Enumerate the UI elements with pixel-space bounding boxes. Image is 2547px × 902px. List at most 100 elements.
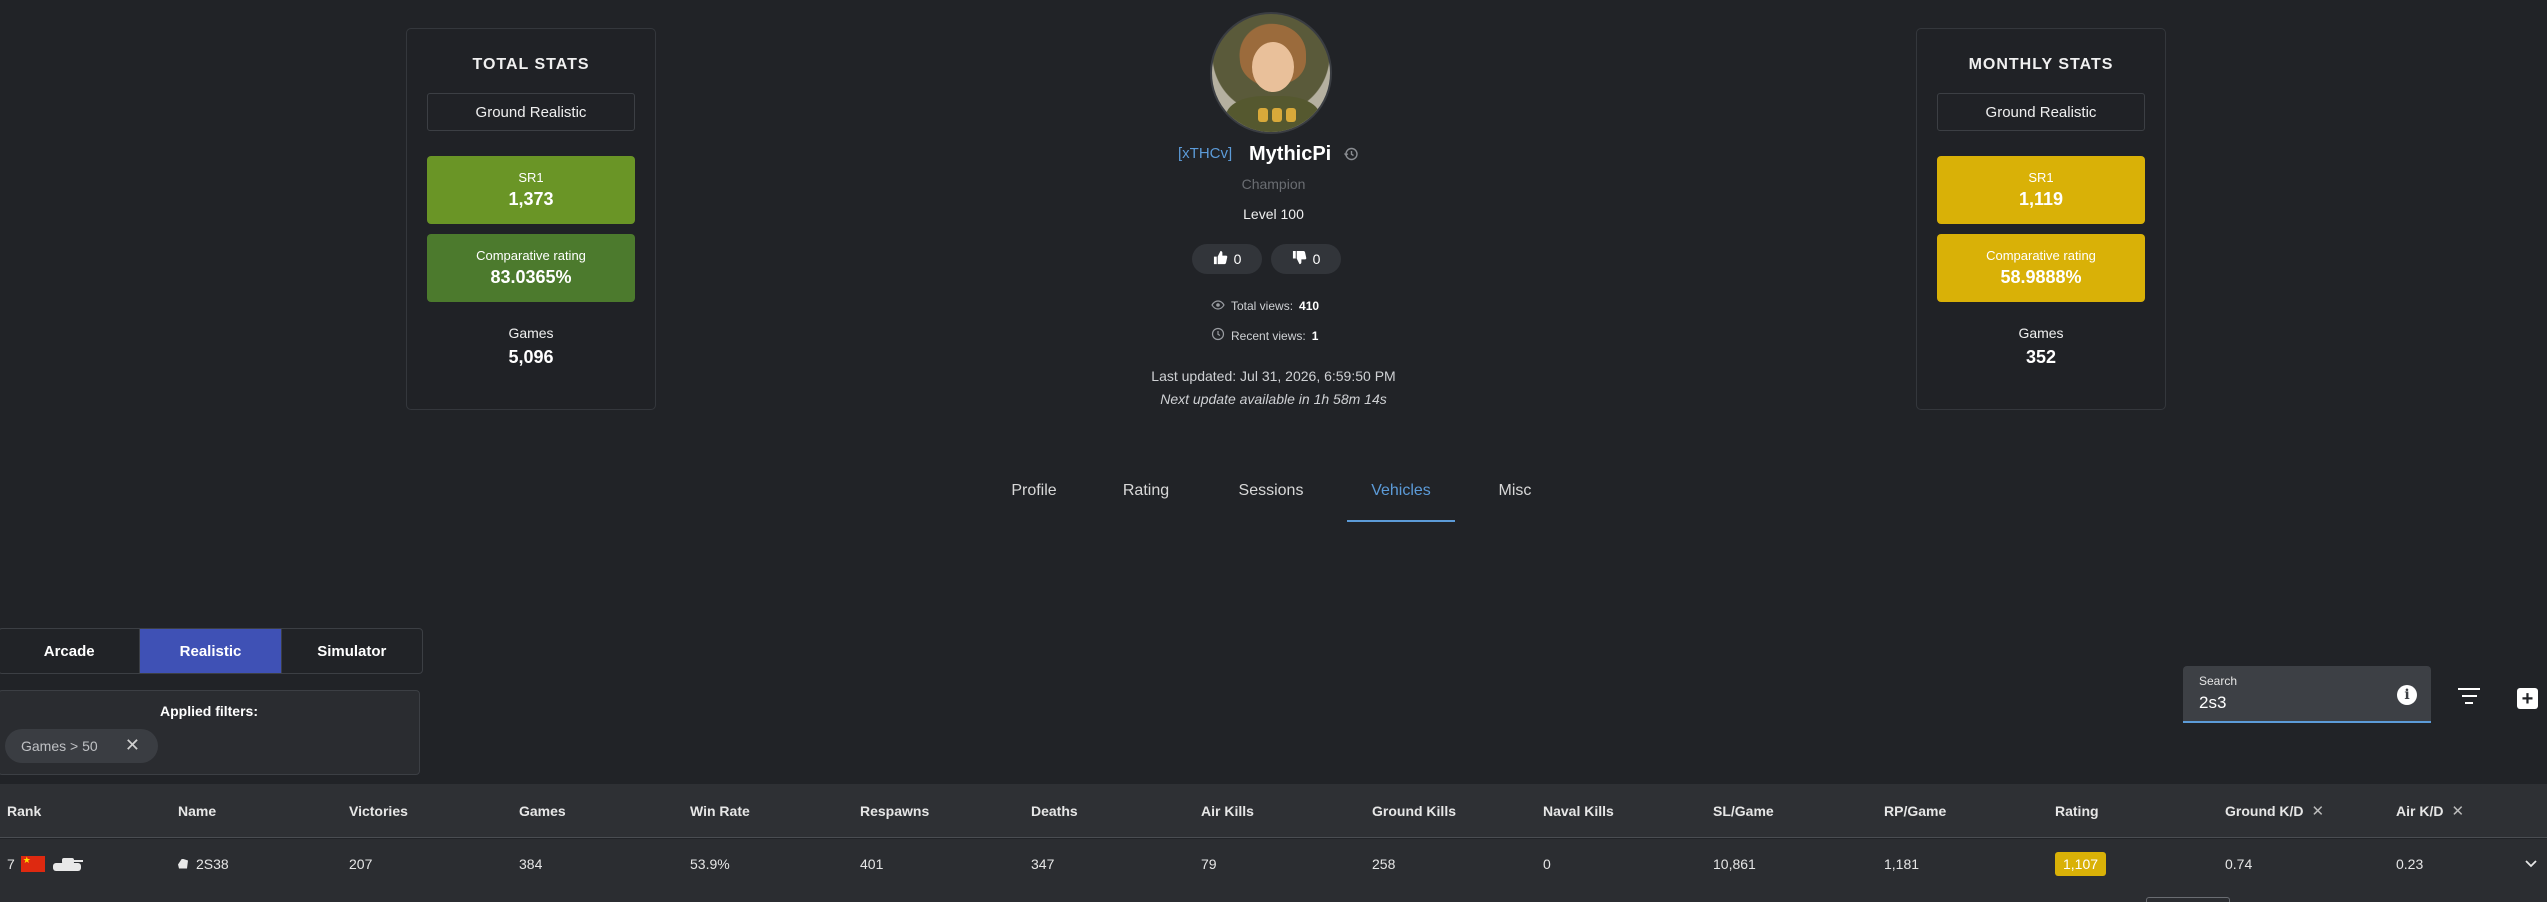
vehicle-name: 2S38	[196, 855, 229, 872]
col-air-kd-label: Air K/D	[2396, 803, 2444, 819]
add-icon[interactable]: +	[2517, 688, 2538, 709]
player-name: MythicPi	[1249, 143, 1332, 165]
monthly-stats-title: MONTHLY STATS	[1968, 56, 2114, 73]
tab-sessions[interactable]: Sessions	[1233, 482, 1309, 522]
col-name[interactable]: Name	[178, 784, 216, 838]
col-victories[interactable]: Victories	[349, 784, 408, 838]
col-rating[interactable]: Rating	[2055, 784, 2099, 838]
last-updated: Last updated: Jul 31, 2026, 6:59:50 PM	[1151, 368, 1396, 384]
cell-respawns: 401	[860, 855, 884, 872]
china-flag-icon	[20, 855, 45, 872]
monthly-comparative-value: 58.9888%	[2000, 267, 2082, 287]
chevron-down-icon[interactable]	[2525, 855, 2537, 871]
cell-deaths: 347	[1031, 855, 1055, 872]
col-games[interactable]: Games	[519, 784, 566, 838]
filter-icon[interactable]	[2456, 688, 2482, 710]
cell-ground-kd: 0.74	[2225, 855, 2253, 872]
col-rp-game[interactable]: RP/Game	[1884, 784, 1946, 838]
recent-views-label: Recent views:	[1231, 328, 1306, 343]
applied-filters-panel: Applied filters: Games > 50 ✕	[0, 690, 420, 775]
cell-air-kd: 0.23	[2396, 855, 2424, 872]
dislike-button[interactable]: 0	[1271, 244, 1341, 274]
game-mode-switch: Arcade Realistic Simulator	[0, 628, 423, 674]
cell-rp-game: 1,181	[1884, 855, 1920, 872]
applied-filters-title: Applied filters:	[159, 703, 258, 719]
vehicle-type-icon	[178, 858, 188, 869]
total-views-value: 410	[1299, 299, 1320, 313]
col-air-kd[interactable]: Air K/D ✕	[2396, 784, 2464, 838]
col-deaths[interactable]: Deaths	[1031, 784, 1078, 838]
col-ground-kd[interactable]: Ground K/D ✕	[2225, 784, 2324, 838]
total-comparative-value: 83.0365%	[490, 267, 572, 287]
cell-air-kills: 79	[1201, 855, 1217, 872]
rating-badge: 1,107	[2055, 851, 2107, 876]
recent-views: Recent views: 1	[1211, 327, 1318, 344]
close-icon[interactable]: ✕	[2451, 802, 2464, 820]
eye-icon	[1211, 299, 1225, 313]
close-icon[interactable]: ✕	[125, 735, 140, 756]
rank-value: 7	[7, 855, 15, 872]
like-count: 0	[1233, 251, 1242, 267]
col-rank[interactable]: Rank	[7, 784, 41, 838]
cell-name: 2S38	[178, 839, 229, 888]
filter-chip-label: Games > 50	[21, 738, 98, 754]
dislike-count: 0	[1312, 251, 1321, 267]
vehicles-table-header: Rank Name Victories Games Win Rate Respa…	[0, 784, 2547, 838]
total-views-label: Total views:	[1231, 299, 1294, 313]
cell-victories: 207	[349, 855, 373, 872]
next-update: Next update available in 1h 58m 14s	[1160, 391, 1387, 407]
like-button[interactable]: 0	[1192, 244, 1262, 274]
col-ground-kd-label: Ground K/D	[2225, 803, 2304, 819]
search-input[interactable]	[2199, 692, 2389, 714]
total-comparative-label: Comparative rating	[476, 248, 586, 263]
col-sl-game[interactable]: SL/Game	[1713, 784, 1774, 838]
player-level: Level 100	[1243, 206, 1304, 222]
monthly-comparative-label: Comparative rating	[1986, 248, 2096, 263]
cell-sl-game: 10,861	[1713, 855, 1756, 872]
cell-rating: 1,107	[2055, 839, 2107, 888]
clock-icon	[1211, 327, 1225, 344]
cell-games: 384	[519, 855, 543, 872]
monthly-stats-mode[interactable]: Ground Realistic	[1937, 93, 2145, 131]
total-comparative-box: Comparative rating 83.0365%	[427, 234, 635, 302]
scrollbar[interactable]	[2146, 897, 2230, 902]
total-stats-title: TOTAL STATS	[472, 56, 590, 73]
history-icon[interactable]	[1343, 146, 1359, 162]
col-respawns[interactable]: Respawns	[860, 784, 929, 838]
thumbs-up-icon	[1213, 250, 1228, 268]
tab-rating[interactable]: Rating	[1118, 482, 1174, 522]
mode-simulator-button[interactable]: Simulator	[282, 629, 422, 673]
recent-views-value: 1	[1311, 328, 1319, 343]
mode-arcade-button[interactable]: Arcade	[0, 629, 141, 673]
col-air-kills[interactable]: Air Kills	[1201, 784, 1254, 838]
avatar	[1210, 12, 1332, 134]
col-ground-kills[interactable]: Ground Kills	[1372, 784, 1456, 838]
tank-icon	[52, 857, 83, 871]
total-games-value: 5,096	[508, 347, 554, 367]
total-views: Total views: 410	[1211, 299, 1319, 313]
total-stats-mode[interactable]: Ground Realistic	[427, 93, 635, 131]
col-win-rate[interactable]: Win Rate	[690, 784, 750, 838]
cell-rank: 7	[7, 839, 83, 888]
tab-profile[interactable]: Profile	[1009, 482, 1059, 522]
search-field[interactable]: Search i	[2183, 666, 2431, 723]
cell-win-rate: 53.9%	[690, 855, 730, 872]
mode-realistic-button[interactable]: Realistic	[140, 629, 282, 673]
search-label: Search	[2199, 674, 2238, 688]
filter-chip[interactable]: Games > 50 ✕	[5, 729, 158, 763]
player-title: Champion	[1241, 176, 1306, 192]
total-games-label: Games	[508, 325, 554, 341]
col-naval-kills[interactable]: Naval Kills	[1543, 784, 1614, 838]
monthly-comparative-box: Comparative rating 58.9888%	[1937, 234, 2145, 302]
cell-naval-kills: 0	[1543, 855, 1551, 872]
table-row[interactable]: 7 2S38 207 384 53.9% 401 347 79 258 0 10…	[0, 839, 2547, 902]
tab-misc[interactable]: Misc	[1494, 482, 1536, 522]
thumbs-down-icon	[1292, 250, 1307, 268]
tab-vehicles[interactable]: Vehicles	[1347, 482, 1455, 522]
monthly-games-value: 352	[2025, 347, 2057, 367]
close-icon[interactable]: ✕	[2312, 802, 2325, 820]
squadron-tag[interactable]: [xTHCv]	[1178, 145, 1232, 162]
monthly-games-label: Games	[2018, 325, 2064, 341]
cell-ground-kills: 258	[1372, 855, 1396, 872]
info-icon[interactable]: i	[2397, 685, 2417, 705]
